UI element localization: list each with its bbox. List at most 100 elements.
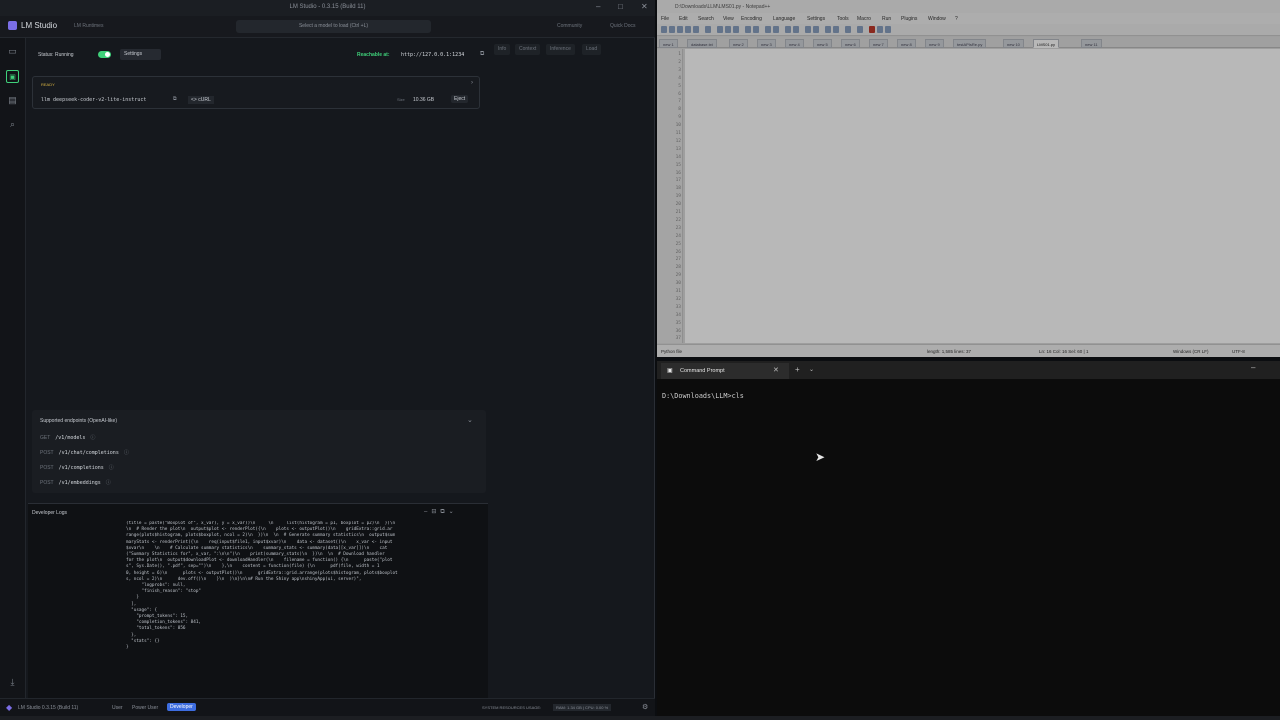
play-macro-icon[interactable]: [885, 26, 891, 33]
developer-icon[interactable]: ▣: [6, 70, 19, 83]
doc-map-icon[interactable]: [845, 26, 851, 33]
unfold-icon[interactable]: [833, 26, 839, 33]
cmd-tab[interactable]: ▣ Command Prompt ✕: [661, 363, 789, 379]
menu-item[interactable]: Tools: [837, 16, 849, 22]
chevron-right-icon[interactable]: ›: [471, 80, 473, 86]
code-editor[interactable]: [685, 49, 1280, 343]
close-file-icon[interactable]: [693, 26, 699, 33]
file-tab[interactable]: new 6: [841, 39, 860, 48]
print-icon[interactable]: [705, 26, 711, 33]
save-all-icon[interactable]: [685, 26, 691, 33]
menu-item[interactable]: Encoding: [741, 16, 762, 22]
function-list-icon[interactable]: [857, 26, 863, 33]
quick-docs-link[interactable]: Quick Docs: [610, 23, 636, 29]
chat-icon[interactable]: ▭: [6, 45, 19, 58]
folder-icon[interactable]: ▤: [6, 94, 19, 107]
runtimes-link[interactable]: LM Runtimes: [74, 23, 103, 29]
menu-item[interactable]: File: [661, 16, 669, 22]
redo-icon[interactable]: [753, 26, 759, 33]
search-icon[interactable]: ⌕: [6, 118, 19, 131]
find-icon[interactable]: [765, 26, 771, 33]
info-icon[interactable]: ⓘ: [90, 435, 95, 441]
replace-icon[interactable]: [773, 26, 779, 33]
menu-item[interactable]: View: [723, 16, 734, 22]
open-file-icon[interactable]: [669, 26, 675, 33]
line-number: 10: [675, 123, 681, 129]
file-tab[interactable]: database.txt: [687, 39, 717, 48]
file-tab[interactable]: new 9: [925, 39, 944, 48]
file-tab[interactable]: new 3: [757, 39, 776, 48]
new-tab-icon[interactable]: +: [795, 365, 800, 374]
file-tab[interactable]: testAPIsRe.py: [953, 39, 987, 48]
line-number: 8: [678, 107, 681, 113]
info-icon[interactable]: ⓘ: [109, 465, 114, 471]
tab-info[interactable]: Info: [494, 44, 511, 55]
terminal-output[interactable]: D:\Downloads\LLM>cls: [662, 392, 744, 400]
server-toggle[interactable]: [98, 51, 111, 58]
menu-item[interactable]: Plugins: [901, 16, 917, 22]
save-icon[interactable]: [677, 26, 683, 33]
wrap-icon[interactable]: [805, 26, 811, 33]
file-tab[interactable]: new 4: [785, 39, 804, 48]
info-icon[interactable]: ⓘ: [106, 480, 111, 486]
file-tab-active[interactable]: LMS01.py: [1033, 39, 1060, 48]
model-selector[interactable]: Select a model to load (Ctrl +L): [236, 20, 431, 33]
file-tab[interactable]: new 11: [1081, 39, 1102, 48]
zoom-in-icon[interactable]: [785, 26, 791, 33]
mode-power-user[interactable]: Power User: [132, 705, 158, 711]
npp-statusbar: Python file length: 1,585 lines: 37 Ln: …: [657, 344, 1280, 357]
cut-icon[interactable]: [717, 26, 723, 33]
menu-item[interactable]: Window: [928, 16, 946, 22]
file-tab[interactable]: new 1: [659, 39, 678, 48]
tab-inference[interactable]: Inference: [546, 44, 575, 55]
file-tab[interactable]: new 5: [813, 39, 832, 48]
mode-user[interactable]: User: [112, 705, 123, 711]
menu-item[interactable]: ?: [955, 16, 958, 22]
indent-guide-icon[interactable]: [813, 26, 819, 33]
settings-button[interactable]: Settings: [120, 49, 161, 60]
menu-item[interactable]: Macro: [857, 16, 871, 22]
menu-item[interactable]: Settings: [807, 16, 825, 22]
file-tab[interactable]: new 7: [869, 39, 888, 48]
mode-developer[interactable]: Developer: [167, 703, 196, 711]
record-macro-icon[interactable]: [869, 26, 875, 33]
paste-icon[interactable]: [733, 26, 739, 33]
endpoint-path: /v1/completions: [58, 465, 104, 471]
info-icon[interactable]: ⓘ: [124, 450, 129, 456]
line-number: 27: [675, 257, 681, 263]
copy-icon[interactable]: ⧉: [480, 51, 484, 58]
copy-icon[interactable]: [725, 26, 731, 33]
zoom-out-icon[interactable]: [793, 26, 799, 33]
file-tab[interactable]: new 10: [1003, 39, 1024, 48]
community-link[interactable]: Community: [557, 23, 582, 29]
fold-icon[interactable]: [825, 26, 831, 33]
close-icon[interactable]: ✕: [641, 2, 648, 11]
close-tab-icon[interactable]: ✕: [773, 366, 779, 374]
lm-logo-icon: [8, 21, 17, 30]
tab-load[interactable]: Load: [582, 44, 602, 55]
undo-icon[interactable]: [745, 26, 751, 33]
file-tab[interactable]: new 2: [729, 39, 748, 48]
endpoint-item: GET/v1/models ⓘ: [40, 434, 95, 441]
tab-context[interactable]: Context: [515, 44, 541, 55]
minimize-icon[interactable]: –: [1251, 363, 1255, 372]
stop-macro-icon[interactable]: [877, 26, 883, 33]
log-toolbar-icons[interactable]: –⊟⧉⌄: [424, 508, 458, 516]
menu-item[interactable]: Search: [698, 16, 714, 22]
menu-item[interactable]: Run: [882, 16, 891, 22]
line-number: 18: [675, 186, 681, 192]
curl-button[interactable]: <> cURL: [188, 96, 214, 104]
maximize-icon[interactable]: □: [618, 2, 623, 11]
download-icon[interactable]: ⤓: [6, 676, 19, 689]
copy-icon[interactable]: ⧉: [173, 96, 177, 102]
minimize-icon[interactable]: –: [596, 2, 600, 11]
eject-button[interactable]: Eject: [451, 95, 469, 103]
chevron-down-icon[interactable]: ⌄: [809, 366, 814, 373]
menu-item[interactable]: Edit: [679, 16, 688, 22]
new-file-icon[interactable]: [661, 26, 667, 33]
menu-item[interactable]: Language: [773, 16, 795, 22]
file-tab[interactable]: new 8: [897, 39, 916, 48]
notepadpp-window: D:\Downloads\LLM\LMS01.py - Notepad++ Fi…: [657, 0, 1280, 357]
chevron-down-icon[interactable]: ⌄: [467, 416, 473, 424]
gear-icon[interactable]: ⚙: [642, 703, 648, 711]
